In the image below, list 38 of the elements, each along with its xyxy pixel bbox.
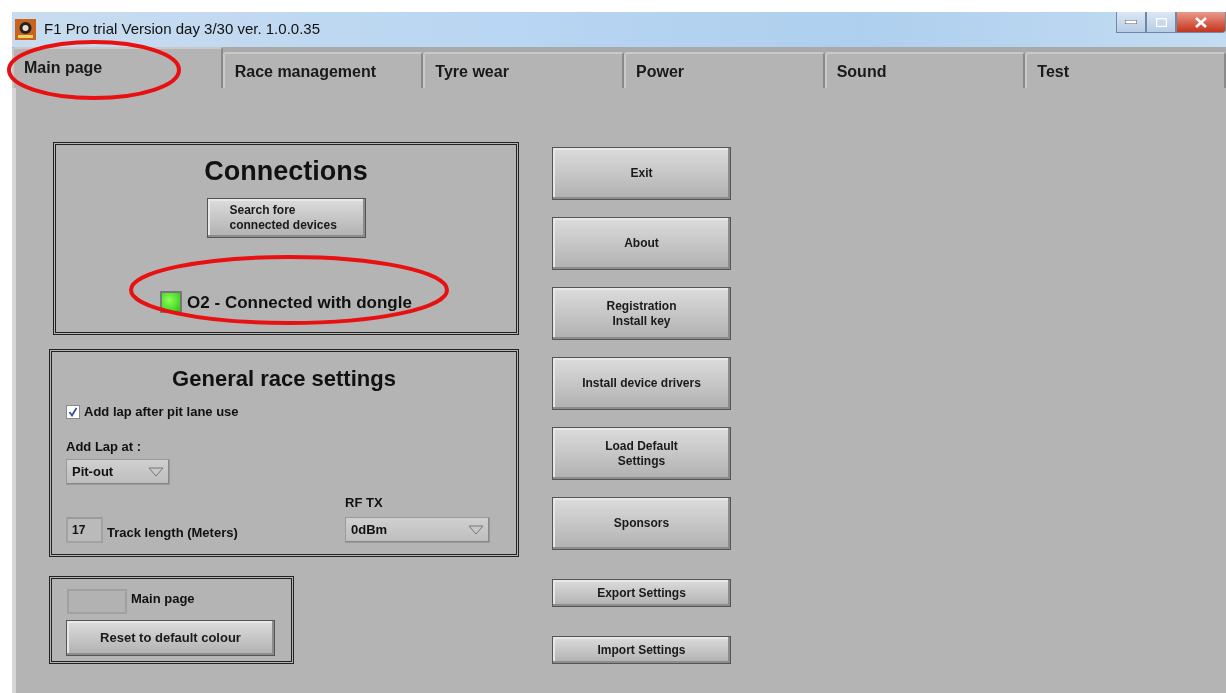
minimize-icon — [1125, 20, 1137, 24]
close-icon — [1195, 16, 1207, 28]
action-button[interactable]: Registration Install key — [552, 287, 731, 340]
action-button[interactable]: Import Settings — [552, 636, 731, 664]
tab[interactable]: Test — [1025, 52, 1226, 88]
maximize-button[interactable] — [1146, 12, 1176, 33]
tab[interactable]: Power — [624, 52, 825, 88]
action-button[interactable]: Load Default Settings — [552, 427, 731, 480]
window-title: F1 Pro trial Version day 3/30 ver. 1.0.0.35 — [44, 19, 320, 40]
field-label: Add Lap at : — [66, 437, 143, 456]
action-button[interactable]: Sponsors — [552, 497, 731, 550]
tab[interactable]: Sound — [824, 52, 1026, 88]
search-devices-button[interactable]: Search fore connected devices — [206, 197, 366, 238]
dropdown-arrow-icon — [148, 467, 164, 477]
close-button[interactable] — [1176, 12, 1226, 33]
minimize-button[interactable] — [1116, 12, 1146, 33]
action-button[interactable]: Exit — [552, 147, 731, 200]
track-length-field[interactable]: 17 — [66, 516, 103, 543]
tab[interactable]: Tyre wear — [423, 52, 624, 88]
colour-label: Main page — [131, 590, 195, 608]
field-label: Track length (Meters) — [107, 524, 238, 542]
app-icon — [15, 19, 36, 40]
add-lap-checkbox[interactable] — [66, 404, 80, 419]
action-button[interactable]: About — [552, 217, 731, 270]
field-label: RF TX — [345, 494, 384, 512]
action-button[interactable]: Install device drivers — [552, 357, 731, 410]
maximize-icon — [1155, 17, 1167, 27]
rf-tx-dropdown[interactable]: 0dBm — [345, 516, 490, 543]
add-lap-dropdown[interactable]: Pit-out — [66, 459, 170, 485]
checkbox-label: Add lap after pit lane use — [84, 403, 239, 421]
status-text: O2 - Connected with dongle — [187, 291, 412, 314]
panel-title: General race settings — [171, 365, 397, 393]
action-button[interactable]: Export Settings — [552, 579, 731, 607]
reset-colour-button[interactable]: Reset to default colour — [66, 620, 275, 656]
tab[interactable]: Race management — [222, 52, 424, 88]
dropdown-arrow-icon — [468, 524, 484, 535]
tab[interactable]: Main page — [12, 47, 223, 88]
panel-title: Connections — [203, 155, 369, 188]
